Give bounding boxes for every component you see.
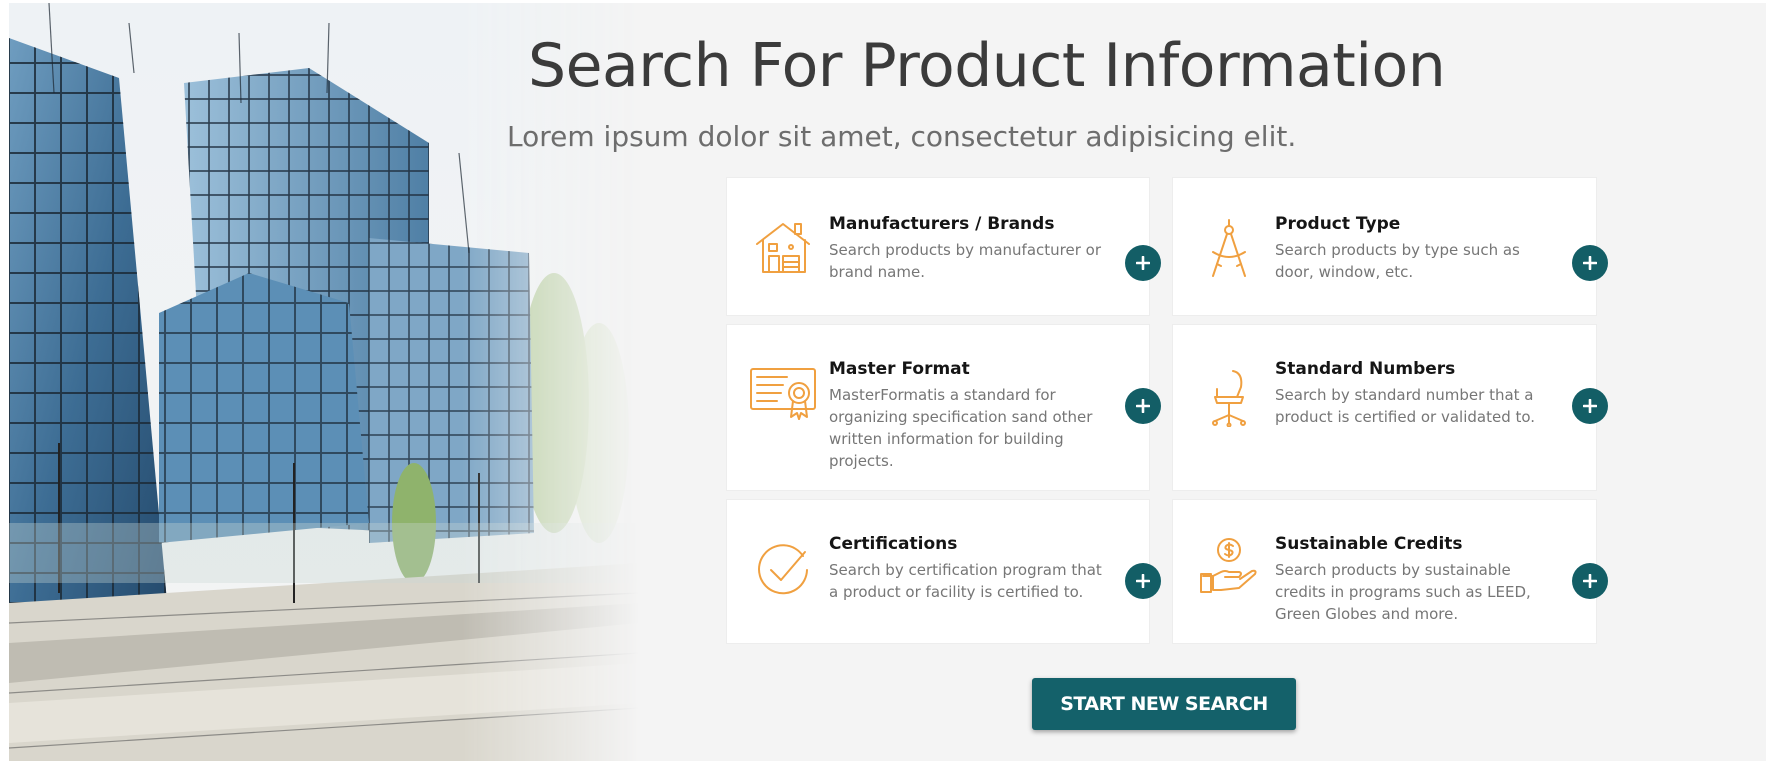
card-description: Search products by sustainable credits i…	[1275, 561, 1531, 623]
expand-button[interactable]	[1125, 563, 1161, 599]
card-description: Search by standard number that a product…	[1275, 386, 1536, 426]
plus-icon	[1136, 399, 1150, 413]
page-title: Search For Product Information	[528, 31, 1446, 101]
card-master-format[interactable]: Master Format MasterFormatis a standard …	[727, 325, 1161, 490]
building-illustration	[9, 3, 639, 761]
house-icon	[753, 216, 813, 276]
card-manufacturers-brands[interactable]: Manufacturers / Brands Search products b…	[727, 178, 1161, 315]
page-subtitle: Lorem ipsum dolor sit amet, consectetur …	[507, 120, 1297, 153]
start-new-search-button[interactable]: START NEW SEARCH	[1032, 678, 1296, 730]
card-sustainable-credits[interactable]: Sustainable Credits Search products by s…	[1173, 500, 1608, 643]
card-title: Certifications	[829, 534, 958, 554]
card-title: Manufacturers / Brands	[829, 214, 1055, 234]
expand-button[interactable]	[1125, 245, 1161, 281]
card-product-type[interactable]: Product Type Search products by type suc…	[1173, 178, 1608, 315]
expand-button[interactable]	[1572, 388, 1608, 424]
card-description: Search products by manufacturer or brand…	[829, 241, 1102, 281]
plus-icon	[1583, 574, 1597, 588]
card-description: Search products by type such as door, wi…	[1275, 241, 1520, 281]
check-circle-icon	[753, 540, 813, 600]
plus-icon	[1583, 399, 1597, 413]
drafting-compass-icon	[1199, 218, 1259, 278]
hand-coin-icon	[1199, 536, 1259, 596]
expand-button[interactable]	[1572, 245, 1608, 281]
card-description: MasterFormatis a standard for organizing…	[829, 386, 1093, 470]
card-certifications[interactable]: Certifications Search by certification p…	[727, 500, 1161, 643]
card-title: Master Format	[829, 359, 970, 379]
card-title: Standard Numbers	[1275, 359, 1456, 379]
plus-icon	[1136, 256, 1150, 270]
card-title: Product Type	[1275, 214, 1401, 234]
office-chair-icon	[1199, 367, 1259, 427]
expand-button[interactable]	[1572, 563, 1608, 599]
search-section: Search For Product Information Lorem ips…	[9, 3, 1766, 761]
card-title: Sustainable Credits	[1275, 534, 1463, 554]
certificate-icon	[749, 363, 817, 423]
expand-button[interactable]	[1125, 388, 1161, 424]
card-description: Search by certification program that a p…	[829, 561, 1102, 601]
plus-icon	[1136, 574, 1150, 588]
card-standard-numbers[interactable]: Standard Numbers Search by standard numb…	[1173, 325, 1608, 490]
plus-icon	[1583, 256, 1597, 270]
